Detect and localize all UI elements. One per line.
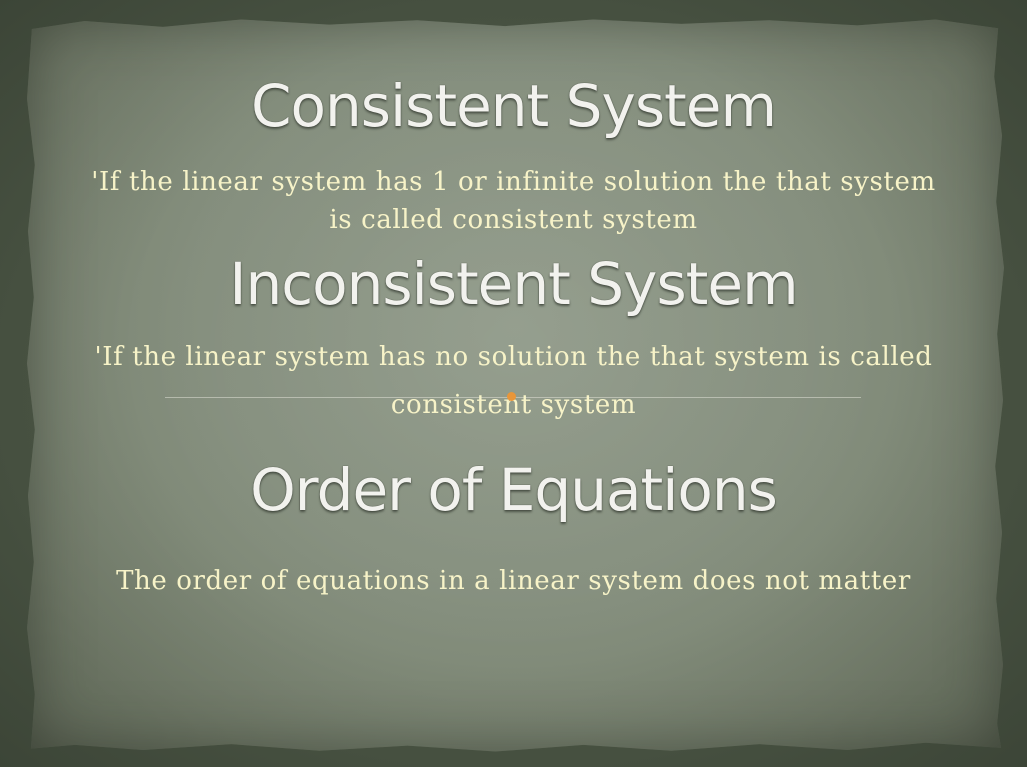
consistent-definition-line-2: is called consistent system	[329, 205, 698, 235]
consistent-definition-line-1: 'If the linear system has 1 or infinite …	[91, 167, 936, 197]
heading-order-of-equations: Order of Equations	[250, 456, 778, 524]
inconsistent-definition-line-1: 'If the linear system has no solution th…	[94, 342, 933, 372]
heading-consistent-system: Consistent System	[251, 72, 777, 140]
order-of-equations-text: The order of equations in a linear syste…	[116, 566, 911, 596]
orange-dot-icon	[507, 392, 516, 401]
heading-inconsistent-system: Inconsistent System	[229, 250, 798, 318]
